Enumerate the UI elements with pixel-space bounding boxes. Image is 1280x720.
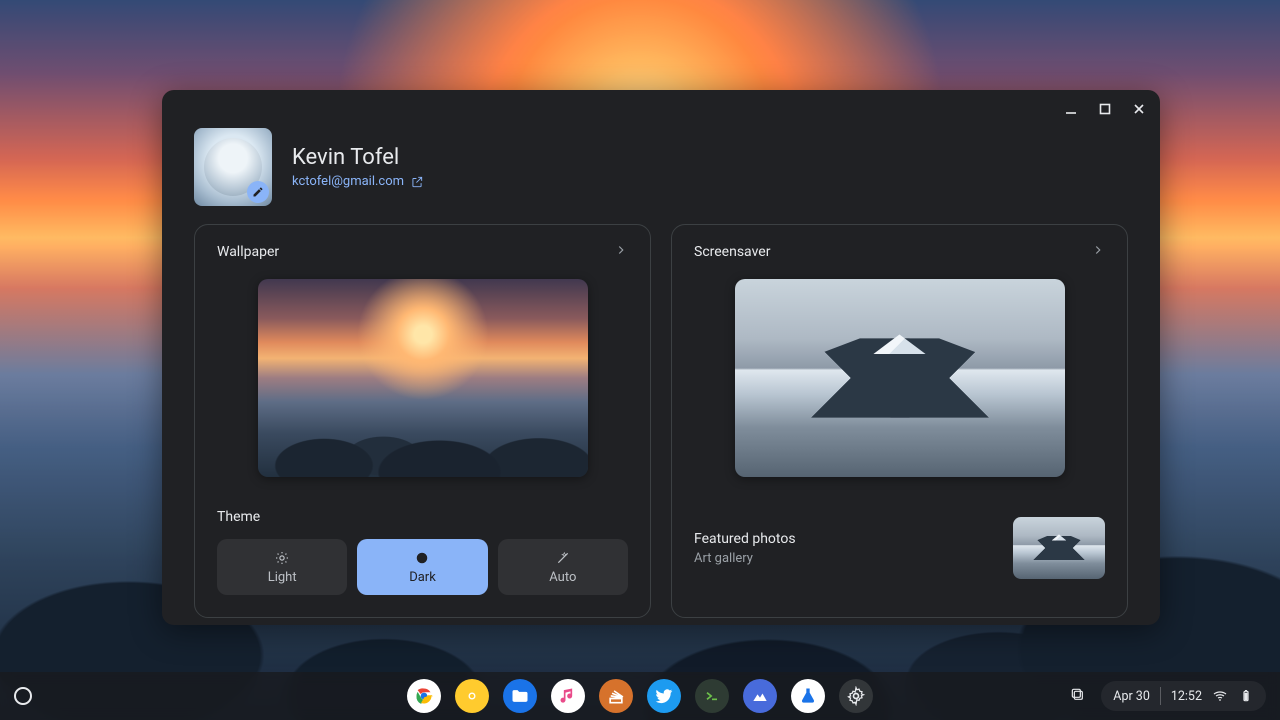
- theme-dark-button[interactable]: Dark: [357, 539, 487, 595]
- stack-icon: [606, 686, 626, 706]
- theme-light-label: Light: [268, 570, 297, 585]
- folder-icon: [510, 686, 530, 706]
- magic-wand-icon: [555, 550, 571, 566]
- shelf-apps: [407, 679, 873, 713]
- close-button[interactable]: [1132, 102, 1146, 116]
- screensaver-title: Screensaver: [694, 244, 770, 260]
- status-area[interactable]: Apr 30 12:52: [1101, 681, 1266, 711]
- app-chrome[interactable]: [407, 679, 441, 713]
- avatar[interactable]: [194, 128, 272, 206]
- screensaver-preview[interactable]: [735, 279, 1065, 477]
- theme-auto-button[interactable]: Auto: [498, 539, 628, 595]
- maximize-button[interactable]: [1098, 102, 1112, 116]
- shelf-date: Apr 30: [1113, 689, 1150, 704]
- theme-auto-label: Auto: [549, 570, 576, 585]
- personalization-window: Kevin Tofel kctofel@gmail.com Wallpaper …: [162, 90, 1160, 625]
- wallpaper-preview[interactable]: [258, 279, 588, 477]
- chevron-right-icon: [614, 243, 628, 261]
- app-stackoverflow[interactable]: [599, 679, 633, 713]
- contrast-icon: [414, 550, 430, 566]
- flask-icon: [798, 686, 818, 706]
- chevron-right-icon: [1091, 243, 1105, 261]
- screensaver-info-subtitle: Art gallery: [694, 551, 796, 566]
- profile-email-link[interactable]: kctofel@gmail.com: [292, 174, 424, 189]
- separator: [1160, 687, 1161, 705]
- app-photos[interactable]: [743, 679, 777, 713]
- app-settings[interactable]: [839, 679, 873, 713]
- app-experiments[interactable]: [791, 679, 825, 713]
- theme-label: Theme: [217, 509, 628, 525]
- wifi-icon: [1212, 688, 1228, 704]
- screensaver-card: Screensaver Featured photos Art gallery: [671, 224, 1128, 618]
- theme-dark-label: Dark: [409, 570, 436, 585]
- app-chrome-canary[interactable]: [455, 679, 489, 713]
- twitter-icon: [654, 686, 674, 706]
- wallpaper-card: Wallpaper Theme Light Dark Auto: [194, 224, 651, 618]
- terminal-icon: [702, 686, 722, 706]
- screensaver-header[interactable]: Screensaver: [694, 243, 1105, 261]
- theme-selector: Light Dark Auto: [217, 539, 628, 595]
- edit-avatar-icon[interactable]: [247, 181, 269, 203]
- app-twitter[interactable]: [647, 679, 681, 713]
- minimize-button[interactable]: [1064, 102, 1078, 116]
- wallpaper-title: Wallpaper: [217, 244, 279, 260]
- window-controls: [1064, 102, 1146, 116]
- shelf-time: 12:52: [1171, 689, 1202, 704]
- gear-icon: [846, 686, 866, 706]
- screensaver-info-row[interactable]: Featured photos Art gallery: [694, 517, 1105, 579]
- mountain-icon: [750, 686, 770, 706]
- theme-light-button[interactable]: Light: [217, 539, 347, 595]
- app-music[interactable]: [551, 679, 585, 713]
- external-link-icon: [410, 175, 424, 189]
- brightness-icon: [274, 550, 290, 566]
- app-files[interactable]: [503, 679, 537, 713]
- app-terminal[interactable]: [695, 679, 729, 713]
- music-note-icon: [558, 686, 578, 706]
- wallpaper-header[interactable]: Wallpaper: [217, 243, 628, 261]
- chrome-icon: [414, 686, 434, 706]
- profile-email-text: kctofel@gmail.com: [292, 174, 404, 189]
- profile-name: Kevin Tofel: [292, 145, 424, 170]
- shelf: Apr 30 12:52: [0, 672, 1280, 720]
- launcher-button[interactable]: [14, 687, 32, 705]
- screensaver-info-title: Featured photos: [694, 531, 796, 547]
- tote-tray-icon[interactable]: [1069, 686, 1085, 706]
- status-tray: Apr 30 12:52: [1069, 681, 1266, 711]
- profile-header: Kevin Tofel kctofel@gmail.com: [194, 128, 1128, 206]
- screensaver-mini-thumbnail: [1013, 517, 1105, 579]
- battery-icon: [1238, 688, 1254, 704]
- chrome-canary-icon: [462, 686, 482, 706]
